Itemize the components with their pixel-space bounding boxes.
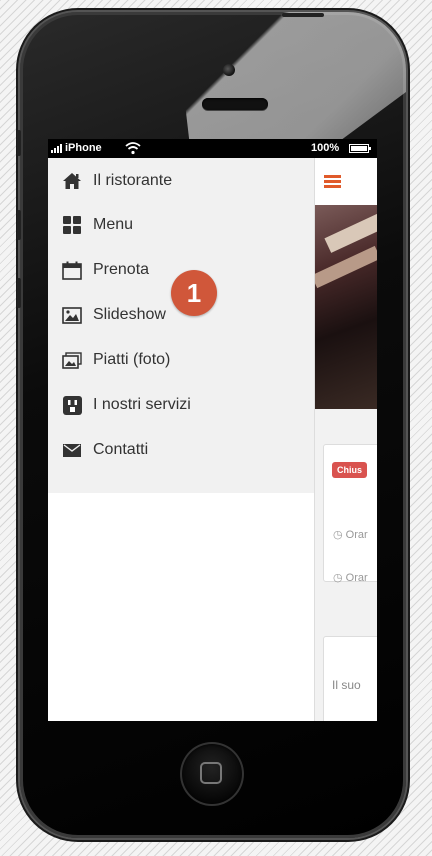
drawer-empty-area xyxy=(48,493,314,721)
menu-item-i-nostri-servizi[interactable]: I nostri servizi xyxy=(62,394,191,416)
hours-label: Orar xyxy=(345,572,368,584)
clock-icon: ◷ xyxy=(333,572,343,584)
power-button xyxy=(282,13,324,17)
status-bar: iPhone 100% xyxy=(48,139,377,158)
volume-down-button xyxy=(17,278,21,308)
home-square-icon xyxy=(200,762,222,784)
services-icon xyxy=(62,395,82,415)
menu-item-label: Contatti xyxy=(93,441,149,458)
menu-item-menu[interactable]: Menu xyxy=(62,214,133,236)
app-top-bar xyxy=(315,158,377,206)
menu-item-slideshow[interactable]: Slideshow xyxy=(62,304,166,326)
menu-item-label: Piatti (foto) xyxy=(93,351,171,368)
hamburger-menu-icon[interactable] xyxy=(324,175,341,188)
signal-icon xyxy=(51,143,62,153)
earpiece-speaker xyxy=(202,98,268,110)
main-content-peek: Chius ◷ Orar ◷ Orar Il suo xyxy=(314,158,377,721)
menu-item-prenota[interactable]: Prenota xyxy=(62,259,149,281)
restaurant-photo xyxy=(315,205,377,409)
calendar-icon xyxy=(62,260,82,280)
menu-item-label: Slideshow xyxy=(93,306,166,323)
photos-icon xyxy=(62,350,82,370)
hours-label: Orar xyxy=(345,529,368,541)
menu-item-label: Prenota xyxy=(93,261,150,278)
battery-percent: 100% xyxy=(311,142,340,154)
envelope-icon xyxy=(62,440,82,460)
menu-item-piatti-foto[interactable]: Piatti (foto) xyxy=(62,349,170,371)
menu-item-label: Il ristorante xyxy=(93,172,173,189)
hours-row-1: ◷ Orar xyxy=(333,528,368,541)
home-icon xyxy=(62,171,82,191)
front-camera xyxy=(223,64,235,76)
description-text: Il suo xyxy=(332,678,361,692)
wifi-icon xyxy=(125,142,141,155)
step-number-badge: 1 xyxy=(171,270,217,316)
menu-item-contatti[interactable]: Contatti xyxy=(62,439,148,461)
home-button[interactable] xyxy=(180,742,244,806)
image-icon xyxy=(62,305,82,325)
menu-item-label: Menu xyxy=(93,216,134,233)
carrier-label: iPhone xyxy=(65,142,102,154)
battery-icon xyxy=(349,144,371,153)
clock-icon: ◷ xyxy=(333,529,343,541)
hours-row-2: ◷ Orar xyxy=(333,571,368,584)
grid-icon xyxy=(62,215,82,235)
volume-up-button xyxy=(17,210,21,240)
phone-screen: iPhone 100% Il ristorante Menu Prenota S… xyxy=(48,139,377,721)
menu-item-label: I nostri servizi xyxy=(93,396,191,413)
mute-switch xyxy=(17,130,21,156)
side-menu-drawer: Il ristorante Menu Prenota Slideshow Pia… xyxy=(48,158,314,493)
closed-badge: Chius xyxy=(332,462,368,478)
menu-item-il-ristorante[interactable]: Il ristorante xyxy=(62,170,172,192)
